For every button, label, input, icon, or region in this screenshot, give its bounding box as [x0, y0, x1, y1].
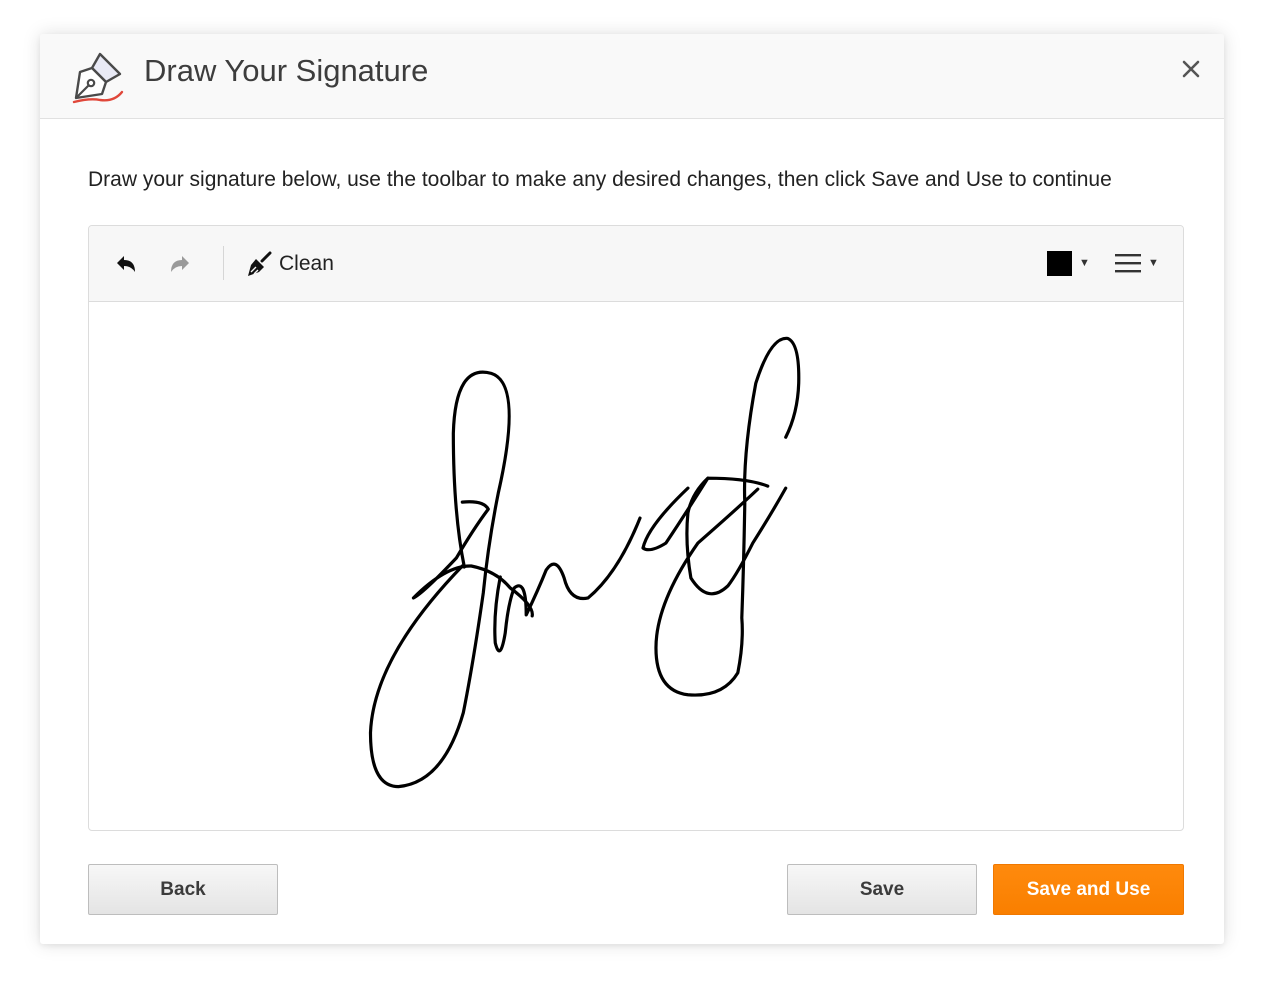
signature-stroke	[493, 516, 642, 653]
back-button[interactable]: Back	[88, 864, 278, 915]
save-button[interactable]: Save	[787, 864, 977, 915]
close-icon[interactable]	[1178, 56, 1204, 82]
color-swatch	[1047, 250, 1072, 276]
clean-button[interactable]: Clean	[245, 248, 334, 280]
save-and-use-button[interactable]: Save and Use	[993, 864, 1184, 915]
pen-nib-icon	[72, 52, 124, 104]
signature-toolbar: Clean ▼ ▼	[89, 226, 1183, 302]
signature-pad: Clean ▼ ▼	[88, 225, 1184, 831]
signature-dialog: Draw Your Signature Draw your signature …	[40, 34, 1224, 944]
signature-stroke	[654, 336, 801, 697]
pen-width-picker[interactable]: ▼	[1115, 250, 1161, 276]
signature-stroke	[685, 476, 788, 596]
pen-color-picker[interactable]: ▼	[1047, 250, 1093, 276]
line-width-icon	[1115, 254, 1141, 273]
broom-icon	[248, 251, 272, 276]
chevron-down-icon: ▼	[1148, 257, 1159, 269]
toolbar-separator	[223, 246, 224, 280]
signature-canvas[interactable]	[89, 303, 1183, 831]
undo-icon[interactable]	[111, 250, 141, 280]
clean-label: Clean	[279, 252, 334, 275]
dialog-header: Draw Your Signature	[40, 34, 1224, 119]
signature-stroke	[368, 370, 511, 789]
instructions-text: Draw your signature below, use the toolb…	[88, 168, 1112, 191]
redo-icon[interactable]	[165, 250, 195, 280]
dialog-title: Draw Your Signature	[144, 53, 429, 88]
chevron-down-icon: ▼	[1079, 257, 1090, 269]
